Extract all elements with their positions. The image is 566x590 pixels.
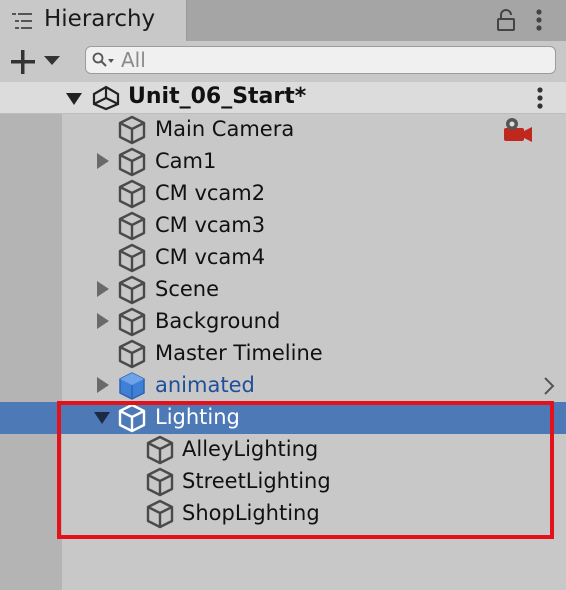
tab-title: Hierarchy	[44, 6, 156, 32]
item-label: CM vcam2	[155, 181, 266, 205]
expand-arrow-icon[interactable]	[97, 377, 109, 393]
item-label: Cam1	[155, 149, 217, 173]
scene-foldout-arrow[interactable]	[66, 93, 82, 105]
gameobject-icon	[118, 115, 146, 145]
camera-gizmo-icon	[504, 118, 532, 142]
item-label: Background	[155, 309, 281, 333]
highlight-box	[57, 401, 554, 539]
gameobject-icon	[118, 179, 146, 209]
unity-logo-icon	[92, 85, 120, 111]
window-menu-icon[interactable]	[533, 8, 545, 32]
hierarchy-gutter	[0, 114, 62, 590]
item-label: Main Camera	[155, 117, 295, 141]
gameobject-icon	[118, 243, 146, 273]
prefab-icon	[118, 371, 146, 401]
gameobject-icon	[118, 275, 146, 305]
gameobject-icon	[118, 147, 146, 177]
expand-arrow-icon[interactable]	[97, 313, 109, 329]
expand-arrow-icon[interactable]	[97, 281, 109, 297]
scene-menu-icon[interactable]	[534, 86, 546, 110]
item-label: animated	[155, 373, 255, 397]
expand-arrow-icon[interactable]	[97, 153, 109, 169]
gameobject-icon	[118, 339, 146, 369]
hierarchy-list-icon	[12, 13, 32, 29]
item-label: CM vcam3	[155, 213, 266, 237]
scene-name: Unit_06_Start*	[128, 84, 307, 109]
gameobject-icon	[118, 211, 146, 241]
item-label: Master Timeline	[155, 341, 323, 365]
gameobject-icon	[118, 307, 146, 337]
item-label: Scene	[155, 277, 220, 301]
chevron-right-icon[interactable]	[543, 377, 555, 395]
lock-icon[interactable]	[496, 9, 516, 31]
search-icon	[92, 52, 114, 67]
chevron-down-icon[interactable]	[44, 56, 60, 66]
item-label: CM vcam4	[155, 245, 266, 269]
plus-icon[interactable]	[10, 49, 36, 75]
search-input[interactable]	[121, 47, 541, 73]
